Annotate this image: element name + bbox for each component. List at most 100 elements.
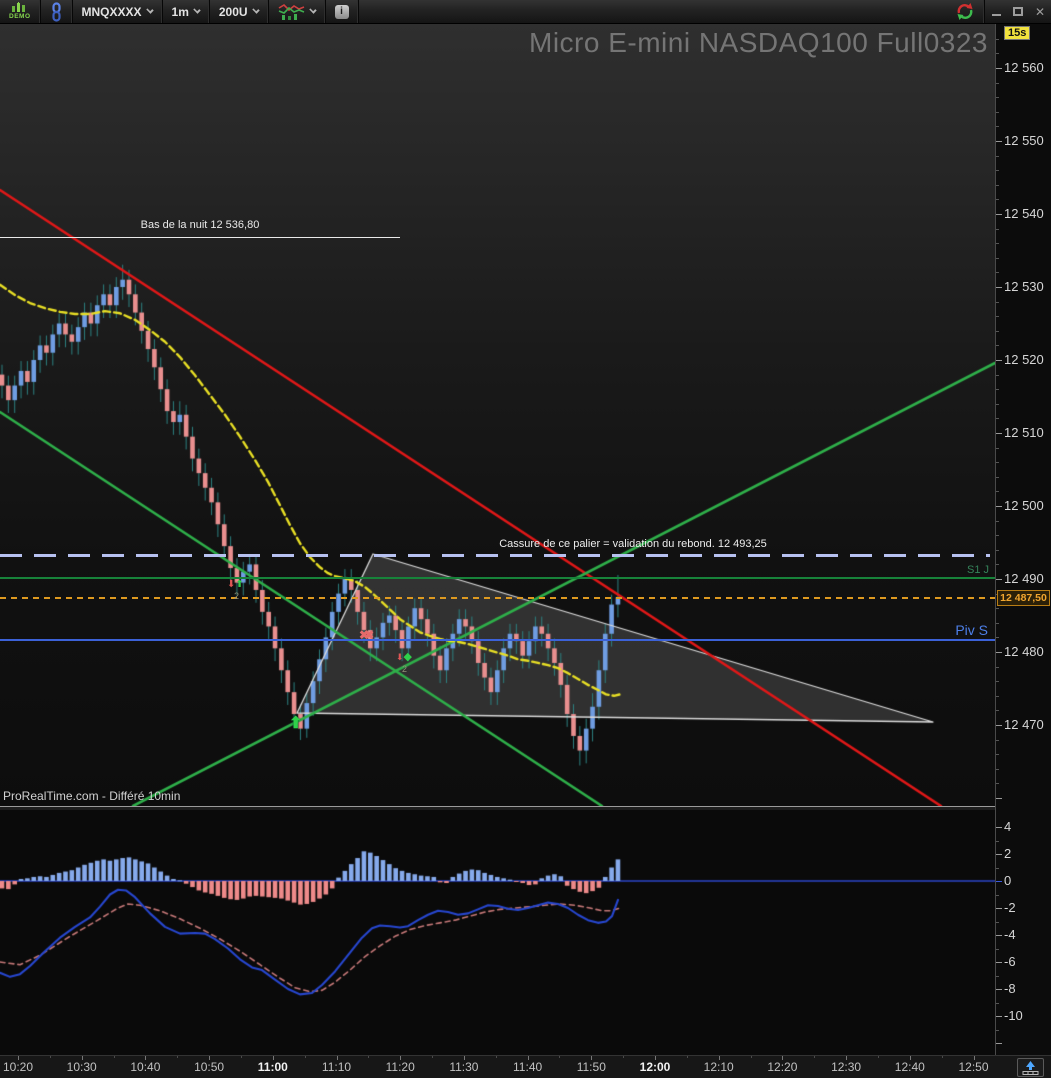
indicator-tick: [996, 962, 1002, 963]
time-tick-label: 10:20: [2, 1060, 34, 1074]
price-tick-label: 12 540: [1004, 206, 1044, 221]
info-button[interactable]: i: [326, 0, 359, 23]
indicator-tick: [996, 868, 999, 869]
price-tick: [996, 126, 999, 127]
up-arrow-icon: ⬆: [235, 579, 244, 590]
instrument-select[interactable]: MNQXXXX: [73, 0, 163, 23]
indicator-tick-label: -6: [1004, 954, 1016, 969]
price-tick: [996, 433, 1002, 434]
timeframe-label: 1m: [171, 4, 189, 19]
night-low-line[interactable]: [0, 237, 400, 238]
toolbar: DEMO MNQXXXX 1m 200U i ✕: [0, 0, 1051, 24]
price-tick: [996, 229, 999, 230]
time-tick-minor: [496, 1056, 497, 1058]
indicator-tick: [996, 841, 999, 842]
price-tick: [996, 506, 1002, 507]
price-tick: [996, 97, 999, 98]
price-tick: [996, 740, 999, 741]
price-tick: [996, 170, 999, 171]
price-tick: [996, 345, 999, 346]
time-tick: [209, 1056, 210, 1060]
indicator-tick: [996, 922, 999, 923]
time-tick-minor: [241, 1056, 242, 1058]
price-tick: [996, 404, 999, 405]
time-tick: [400, 1056, 401, 1060]
price-tick: [996, 696, 999, 697]
panel-separator-gap[interactable]: [0, 807, 995, 810]
scroll-to-latest-button[interactable]: [1017, 1058, 1044, 1077]
time-tick-label: 12:40: [894, 1060, 925, 1074]
demo-badge[interactable]: DEMO: [0, 0, 41, 23]
time-tick-label: 10:30: [66, 1060, 97, 1074]
pivot-support-line[interactable]: [0, 639, 995, 641]
diamond-icon: ◆: [403, 651, 413, 663]
price-chart-canvas[interactable]: [0, 25, 995, 806]
breakout-dashed-line[interactable]: [0, 554, 990, 557]
maximize-button[interactable]: [1007, 0, 1029, 23]
price-axis[interactable]: 15s 12 487,50 12 560 12 550 12 540 12 530 12…: [995, 24, 1051, 1055]
chevron-down-icon: [308, 5, 317, 14]
indicator-tick-label: -8: [1004, 981, 1016, 996]
price-tick: [996, 199, 999, 200]
price-tick: [996, 462, 999, 463]
price-tick: [996, 579, 1002, 580]
price-tick: [996, 156, 999, 157]
price-tick-label: 12 530: [1004, 279, 1044, 294]
refresh-button[interactable]: [946, 0, 985, 23]
price-tick-label: 12 490: [1004, 571, 1044, 586]
time-tick-label: 12:30: [831, 1060, 862, 1074]
time-tick: [846, 1056, 847, 1060]
diamond-marker[interactable]: ⬇◆: [396, 648, 412, 664]
price-tick: [996, 564, 999, 565]
refresh-icon: [957, 3, 973, 20]
time-tick: [782, 1056, 783, 1060]
s1-level-line[interactable]: [0, 577, 995, 579]
price-tick: [996, 652, 1002, 653]
chart-style-select[interactable]: [269, 0, 326, 23]
night-low-label: Bas de la nuit 12 536,80: [140, 219, 260, 231]
time-tick-label: 11:50: [576, 1060, 606, 1074]
indicator-tick: [996, 908, 1002, 909]
double-x-marker[interactable]: ✖✖: [359, 629, 374, 641]
price-tick: [996, 39, 999, 40]
chevron-down-icon: [251, 5, 260, 14]
bars-count-select[interactable]: 200U: [210, 0, 269, 23]
price-tick: [996, 710, 999, 711]
maximize-icon: [1013, 7, 1023, 16]
price-tick: [996, 302, 999, 303]
link-chain-icon[interactable]: [41, 0, 73, 23]
time-tick: [591, 1056, 592, 1060]
time-tick-minor: [559, 1056, 560, 1058]
minimize-button[interactable]: [985, 0, 1007, 23]
time-tick-minor: [177, 1056, 178, 1058]
time-tick-minor: [432, 1056, 433, 1058]
indicator-tick-label: -2: [1004, 900, 1016, 915]
time-tick-label: 12:10: [703, 1060, 734, 1074]
info-icon: i: [334, 4, 349, 19]
down-up-arrows-marker[interactable]: ⬇⬆: [227, 575, 244, 591]
close-icon: ✕: [1034, 4, 1046, 19]
price-tick: [996, 316, 999, 317]
timeframe-select[interactable]: 1m: [163, 0, 210, 23]
price-tick: [996, 477, 999, 478]
buy-arrow-marker[interactable]: ⬆: [289, 716, 302, 732]
price-tick: [996, 783, 999, 784]
last-price-dashed-line: [0, 597, 995, 599]
price-tick: [996, 68, 1002, 69]
price-tick: [996, 258, 999, 259]
price-tick: [996, 608, 999, 609]
time-axis[interactable]: 10:20 10:30 10:40 10:50 11:00 11:10 11:20 11:30…: [0, 1055, 1051, 1078]
indicator-canvas[interactable]: [0, 810, 995, 1055]
time-tick-label: 10:50: [194, 1060, 225, 1074]
close-button[interactable]: ✕: [1029, 0, 1051, 23]
indicator-tick-label: -10: [1004, 1008, 1023, 1023]
time-tick-minor: [751, 1056, 752, 1058]
price-tick: [996, 550, 999, 551]
marker-count-label: 2: [234, 591, 240, 601]
indicator-tick: [996, 827, 1002, 828]
chain-icon: [51, 1, 61, 22]
indicator-tick: [996, 935, 1002, 936]
chevron-down-icon: [193, 5, 201, 14]
price-tick: [996, 521, 999, 522]
indicator-tick-label: 4: [1004, 819, 1012, 834]
